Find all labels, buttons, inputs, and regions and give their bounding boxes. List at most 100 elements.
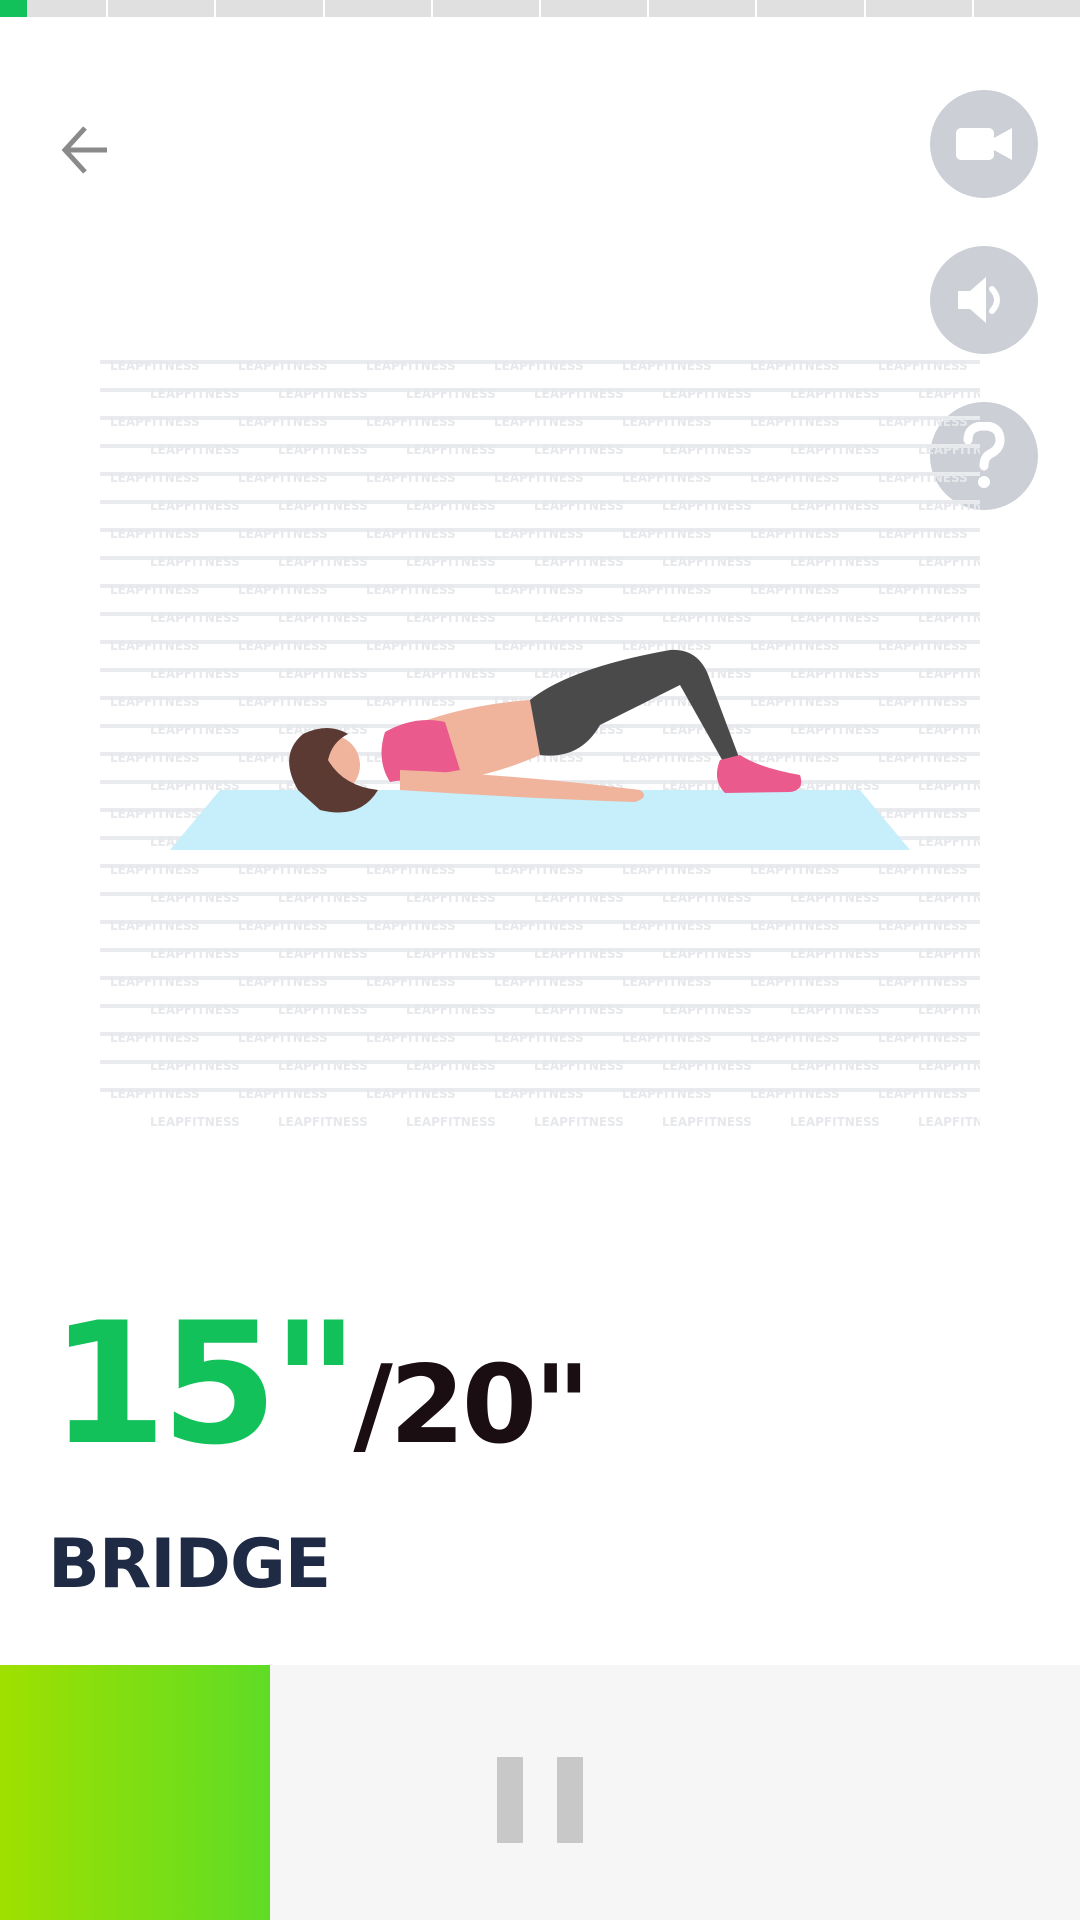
watermark-text: LEAPFITNESS bbox=[750, 863, 840, 877]
watermark-text: LEAPFITNESS bbox=[750, 527, 840, 541]
watermark-text: LEAPFITNESS bbox=[110, 359, 200, 373]
watermark-text: LEAPFITNESS bbox=[278, 1059, 368, 1073]
watermark-text: LEAPFITNESS bbox=[406, 611, 496, 625]
progress-segment bbox=[324, 0, 431, 17]
watermark-text: LEAPFITNESS bbox=[662, 555, 752, 569]
watermark-text: LEAPFITNESS bbox=[750, 1087, 840, 1101]
watermark-text: LEAPFITNESS bbox=[406, 1115, 496, 1129]
watermark-text: LEAPFITNESS bbox=[534, 555, 624, 569]
watermark-text: LEAPFITNESS bbox=[406, 1003, 496, 1017]
yoga-mat bbox=[170, 790, 910, 850]
progress-segment bbox=[865, 0, 972, 17]
watermark-text: LEAPFITNESS bbox=[918, 1059, 980, 1073]
watermark-text: LEAPFITNESS bbox=[790, 499, 880, 513]
watermark-text: LEAPFITNESS bbox=[278, 555, 368, 569]
watermark-text: LEAPFITNESS bbox=[366, 639, 456, 653]
watermark-text: LEAPFITNESS bbox=[406, 443, 496, 457]
watermark-text: LEAPFITNESS bbox=[918, 499, 980, 513]
watermark-text: LEAPFITNESS bbox=[238, 695, 328, 709]
watermark-text: LEAPFITNESS bbox=[278, 387, 368, 401]
watermark-text: LEAPFITNESS bbox=[662, 947, 752, 961]
watermark-text: LEAPFITNESS bbox=[150, 611, 240, 625]
exercise-name: BRIDGE bbox=[48, 1525, 331, 1604]
watermark-text: LEAPFITNESS bbox=[494, 583, 584, 597]
watermark-text: LEAPFITNESS bbox=[534, 1059, 624, 1073]
watermark-text: LEAPFITNESS bbox=[790, 723, 880, 737]
watermark-text: LEAPFITNESS bbox=[366, 975, 456, 989]
progress-segment bbox=[757, 0, 864, 17]
watermark-text: LEAPFITNESS bbox=[406, 499, 496, 513]
watermark-text: LEAPFITNESS bbox=[534, 611, 624, 625]
watermark-text: LEAPFITNESS bbox=[238, 639, 328, 653]
progress-segment bbox=[973, 0, 1080, 17]
watermark-text: LEAPFITNESS bbox=[918, 1115, 980, 1129]
watermark-text: LEAPFITNESS bbox=[662, 387, 752, 401]
watermark-text: LEAPFITNESS bbox=[790, 555, 880, 569]
progress-segment-fill bbox=[0, 0, 27, 17]
watermark-text: LEAPFITNESS bbox=[750, 975, 840, 989]
watermark-text: LEAPFITNESS bbox=[278, 1115, 368, 1129]
watermark-text: LEAPFITNESS bbox=[406, 891, 496, 905]
watermark-text: LEAPFITNESS bbox=[622, 527, 712, 541]
watermark-text: LEAPFITNESS bbox=[622, 863, 712, 877]
watermark-text: LEAPFITNESS bbox=[918, 611, 980, 625]
video-button[interactable] bbox=[930, 90, 1038, 198]
watermark-text: LEAPFITNESS bbox=[622, 471, 712, 485]
video-camera-icon bbox=[956, 128, 1012, 160]
watermark-text: LEAPFITNESS bbox=[278, 1003, 368, 1017]
watermark-text: LEAPFITNESS bbox=[150, 387, 240, 401]
pause-icon bbox=[497, 1757, 523, 1843]
watermark-text: LEAPFITNESS bbox=[534, 499, 624, 513]
watermark-text: LEAPFITNESS bbox=[662, 1059, 752, 1073]
progress-segment bbox=[0, 0, 107, 17]
watermark-text: LEAPFITNESS bbox=[622, 359, 712, 373]
watermark-text: LEAPFITNESS bbox=[662, 499, 752, 513]
watermark-text: LEAPFITNESS bbox=[878, 863, 968, 877]
watermark-text: LEAPFITNESS bbox=[662, 611, 752, 625]
watermark-text: LEAPFITNESS bbox=[662, 1003, 752, 1017]
watermark-text: LEAPFITNESS bbox=[878, 919, 968, 933]
watermark-text: LEAPFITNESS bbox=[878, 583, 968, 597]
watermark-text: LEAPFITNESS bbox=[406, 1059, 496, 1073]
watermark-text: LEAPFITNESS bbox=[622, 919, 712, 933]
watermark-text: LEAPFITNESS bbox=[918, 891, 980, 905]
elapsed-progress-fill bbox=[0, 1665, 270, 1920]
watermark-text: LEAPFITNESS bbox=[494, 415, 584, 429]
watermark-text: LEAPFITNESS bbox=[366, 359, 456, 373]
watermark-text: LEAPFITNESS bbox=[790, 443, 880, 457]
watermark-text: LEAPFITNESS bbox=[278, 443, 368, 457]
watermark-text: LEAPFITNESS bbox=[278, 499, 368, 513]
watermark-text: LEAPFITNESS bbox=[366, 471, 456, 485]
pause-button[interactable] bbox=[470, 1745, 610, 1855]
watermark-text: LEAPFITNESS bbox=[622, 975, 712, 989]
watermark-text: LEAPFITNESS bbox=[110, 1031, 200, 1045]
watermark-text: LEAPFITNESS bbox=[110, 471, 200, 485]
watermark-text: LEAPFITNESS bbox=[278, 667, 368, 681]
watermark-text: LEAPFITNESS bbox=[406, 667, 496, 681]
watermark-text: LEAPFITNESS bbox=[918, 779, 980, 793]
watermark-text: LEAPFITNESS bbox=[918, 667, 980, 681]
watermark-text: LEAPFITNESS bbox=[278, 611, 368, 625]
watermark-text: LEAPFITNESS bbox=[878, 695, 968, 709]
watermark-text: LEAPFITNESS bbox=[622, 751, 712, 765]
watermark-text: LEAPFITNESS bbox=[878, 639, 968, 653]
watermark-text: LEAPFITNESS bbox=[366, 527, 456, 541]
watermark-text: LEAPFITNESS bbox=[750, 1031, 840, 1045]
watermark-text: LEAPFITNESS bbox=[366, 919, 456, 933]
watermark-text: LEAPFITNESS bbox=[750, 639, 840, 653]
sound-button[interactable] bbox=[930, 246, 1038, 354]
watermark-text: LEAPFITNESS bbox=[918, 555, 980, 569]
watermark-text: LEAPFITNESS bbox=[110, 863, 200, 877]
watermark-text: LEAPFITNESS bbox=[622, 1087, 712, 1101]
watermark-text: LEAPFITNESS bbox=[278, 891, 368, 905]
exercise-illustration: LEAPFITNESS LEAPFITNESS LEAPFITNESS LEAPFIT… bbox=[100, 350, 1008, 1140]
back-button[interactable] bbox=[40, 110, 130, 190]
watermark-text: LEAPFITNESS bbox=[918, 443, 980, 457]
pause-icon bbox=[557, 1757, 583, 1843]
watermark-text: LEAPFITNESS bbox=[238, 1031, 328, 1045]
watermark-text: LEAPFITNESS bbox=[918, 835, 980, 849]
watermark-text: LEAPFITNESS bbox=[878, 471, 968, 485]
watermark-text: LEAPFITNESS bbox=[790, 1059, 880, 1073]
watermark-text: LEAPFITNESS bbox=[366, 415, 456, 429]
watermark-text: LEAPFITNESS bbox=[238, 471, 328, 485]
